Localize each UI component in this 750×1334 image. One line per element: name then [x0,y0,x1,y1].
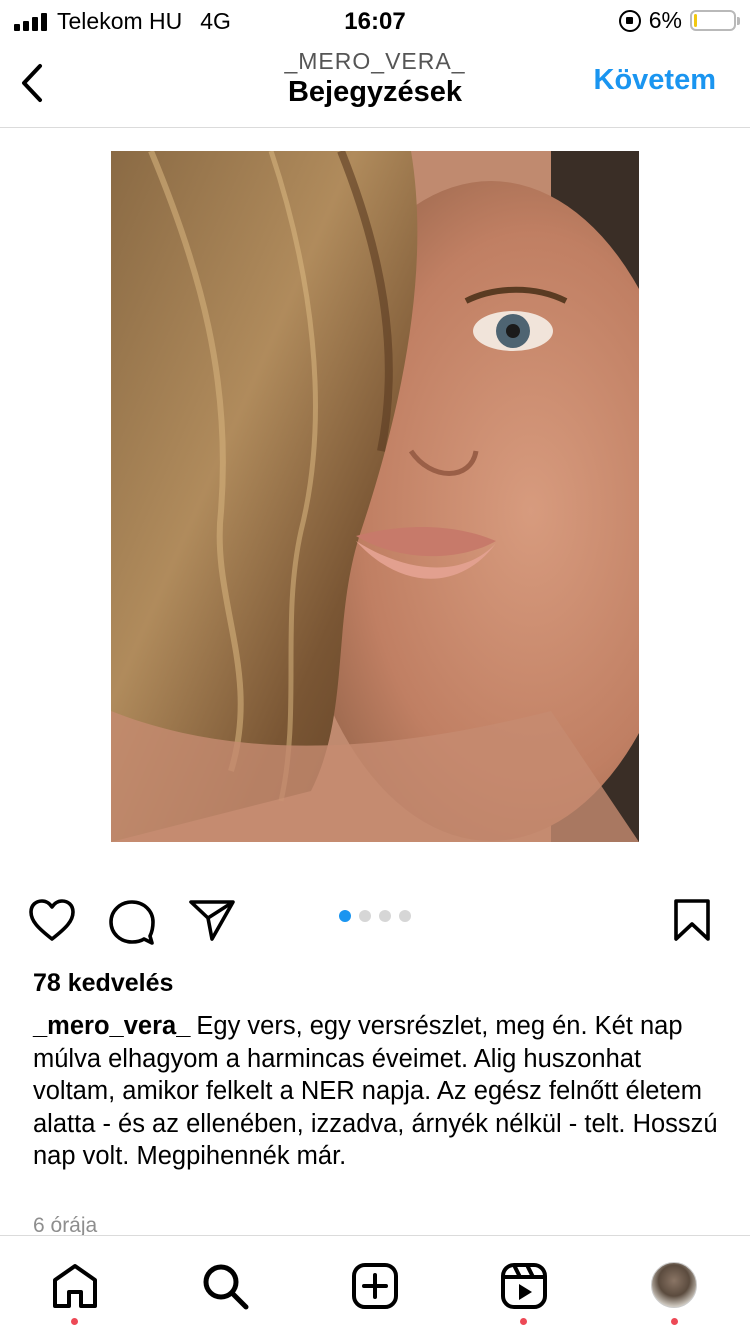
comment-button[interactable] [108,898,156,951]
post-caption: _mero_vera_ Egy vers, egy versrészlet, me… [33,1010,723,1173]
home-icon [53,1264,97,1308]
nav-reels[interactable] [500,1262,548,1310]
reels-icon [501,1263,547,1309]
nav-profile[interactable] [651,1262,699,1310]
share-icon [189,900,235,941]
carousel-dot [359,910,371,922]
top-header: _MERO_VERA_ Bejegyzések Követem [0,42,750,128]
nav-home[interactable] [51,1262,99,1310]
post-actions [0,892,750,948]
add-post-icon [352,1263,398,1309]
nav-create[interactable] [351,1262,399,1310]
bottom-nav [0,1235,750,1334]
comment-icon [109,900,155,945]
rotation-lock-icon [618,9,641,32]
save-button[interactable] [672,898,712,947]
battery-icon [690,10,740,31]
post-image[interactable] [111,151,639,842]
portrait-photo [111,151,639,842]
share-button[interactable] [188,898,236,947]
carousel-indicator [339,910,411,922]
profile-avatar [651,1262,697,1308]
profile-notification-dot [671,1318,678,1325]
status-right: 6% [618,7,740,34]
status-bar: Telekom HU 4G 16:07 6% [0,0,750,42]
battery-level [694,14,698,27]
like-count[interactable]: 78 kedvelés [33,969,173,998]
like-button[interactable] [28,898,76,947]
battery-percent: 6% [648,7,682,33]
bookmark-icon [674,899,710,941]
follow-button[interactable]: Követem [594,64,717,97]
reels-notification-dot [520,1318,527,1325]
carousel-dot [339,910,351,922]
nav-search[interactable] [201,1262,249,1310]
carousel-dot [379,910,391,922]
home-notification-dot [71,1318,78,1325]
carousel-dot [399,910,411,922]
caption-username[interactable]: _mero_vera_ [33,1012,190,1040]
search-icon [203,1264,249,1310]
heart-icon [29,899,75,941]
